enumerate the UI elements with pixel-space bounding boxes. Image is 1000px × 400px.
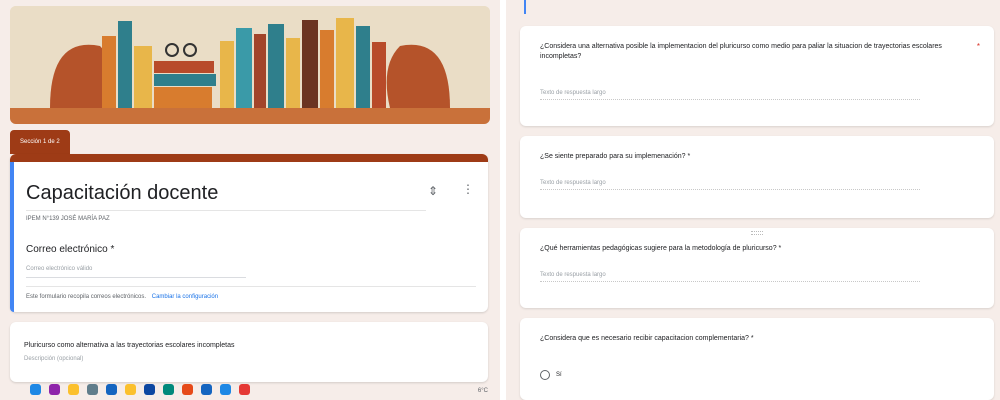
collect-emails-note: Este formulario recopila correos electró… bbox=[26, 294, 218, 300]
required-marker: * bbox=[976, 42, 980, 51]
question-text-2[interactable]: ¿Se siente preparado para su implemenaci… bbox=[540, 152, 960, 162]
drag-handle-icon[interactable] bbox=[751, 231, 763, 235]
outlook-icon[interactable] bbox=[201, 383, 212, 395]
left-form-panel: Sección 1 de 2 Capacitación docente ⇕ ⋮ … bbox=[0, 0, 500, 400]
windows-start-icon[interactable] bbox=[30, 383, 41, 395]
cortana-icon[interactable] bbox=[68, 383, 79, 395]
collect-emails-text: Este formulario recopila correos electró… bbox=[26, 294, 147, 300]
chrome-icon[interactable] bbox=[239, 383, 250, 395]
photos-icon[interactable] bbox=[163, 383, 174, 395]
edge-icon[interactable] bbox=[106, 383, 117, 395]
section-tab[interactable]: Sección 1 de 2 bbox=[10, 130, 70, 154]
active-card-accent bbox=[524, 0, 526, 14]
question-card-2[interactable]: ¿Se siente preparado para su implemenaci… bbox=[520, 136, 994, 218]
question-text-4[interactable]: ¿Considera que es necesario recibir capa… bbox=[540, 334, 960, 344]
file-explorer-icon[interactable] bbox=[125, 383, 136, 395]
section-title[interactable]: Pluricurso como alternativa a las trayec… bbox=[24, 342, 234, 349]
store-icon[interactable] bbox=[144, 383, 155, 395]
office-icon[interactable] bbox=[182, 383, 193, 395]
question-card-1[interactable]: ¿Considera una alternativa posible la im… bbox=[520, 26, 994, 126]
long-answer-field-2: Texto de respuesta largo bbox=[540, 180, 920, 190]
tray-weather[interactable]: 6°C bbox=[478, 388, 488, 394]
right-form-panel: ¿Considera una alternativa posible la im… bbox=[506, 0, 1000, 400]
radio-option[interactable]: Sí bbox=[540, 370, 562, 380]
search-icon[interactable] bbox=[49, 383, 60, 395]
divider bbox=[26, 286, 476, 287]
active-card-accent bbox=[10, 162, 14, 312]
form-title[interactable]: Capacitación docente bbox=[26, 182, 218, 205]
windows-taskbar bbox=[0, 378, 250, 400]
form-title-card[interactable]: Capacitación docente ⇕ ⋮ IPEM N°139 JOSÉ… bbox=[10, 154, 488, 312]
long-answer-field-1: Texto de respuesta largo bbox=[540, 90, 920, 100]
email-question-label: Correo electrónico * bbox=[26, 244, 115, 255]
question-text-1[interactable]: ¿Considera una alternativa posible la im… bbox=[540, 42, 960, 62]
task-view-icon[interactable] bbox=[87, 383, 98, 395]
question-card-4[interactable]: ¿Considera que es necesario recibir capa… bbox=[520, 318, 994, 400]
form-description[interactable]: IPEM N°139 JOSÉ MARÍA PAZ bbox=[26, 216, 110, 222]
section-description-field[interactable]: Descripción (opcional) bbox=[24, 356, 83, 362]
change-settings-link[interactable]: Cambiar la configuración bbox=[152, 294, 218, 300]
email-field[interactable]: Correo electrónico válido bbox=[26, 262, 246, 278]
question-card-3[interactable]: ¿Qué herramientas pedagógicas sugiere pa… bbox=[520, 228, 994, 308]
radio-button-icon[interactable] bbox=[540, 370, 550, 380]
title-underline bbox=[26, 210, 426, 211]
collapse-section-icon[interactable]: ⇕ bbox=[428, 184, 438, 198]
long-answer-field-3: Texto de respuesta largo bbox=[540, 272, 920, 282]
question-text-3[interactable]: ¿Qué herramientas pedagógicas sugiere pa… bbox=[540, 244, 960, 254]
section-description-card[interactable]: Pluricurso como alternativa a las trayec… bbox=[10, 322, 488, 382]
more-options-icon[interactable]: ⋮ bbox=[462, 182, 474, 196]
teams-icon[interactable] bbox=[220, 383, 231, 395]
radio-option-label: Sí bbox=[556, 372, 562, 378]
header-banner-books bbox=[10, 6, 490, 124]
